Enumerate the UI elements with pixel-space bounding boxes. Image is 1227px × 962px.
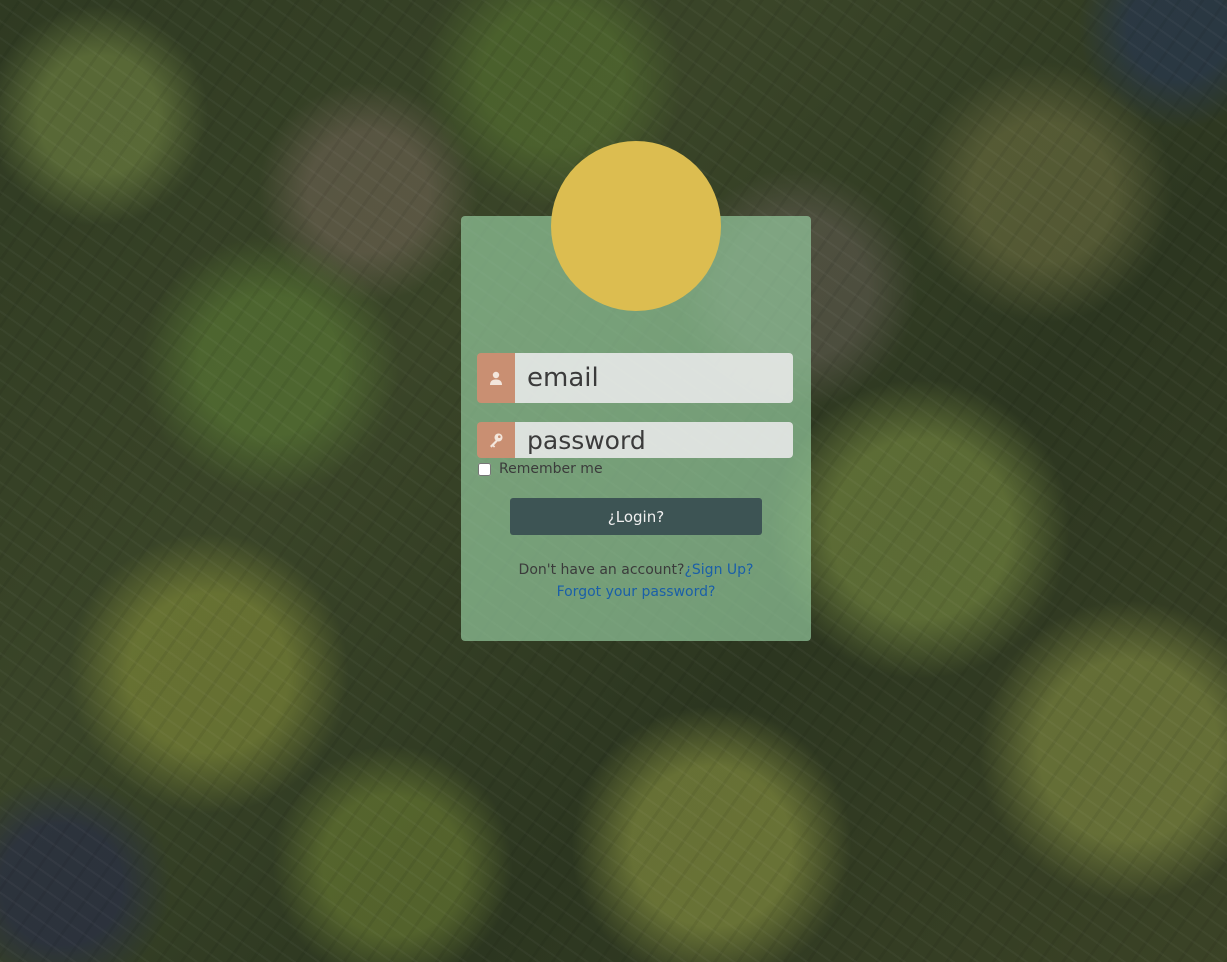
no-account-text: Don't have an account?: [518, 562, 685, 578]
user-icon: [477, 353, 515, 403]
remember-me-label: Remember me: [499, 461, 603, 477]
signup-prompt: Don't have an account?¿Sign Up?: [461, 562, 811, 578]
password-input[interactable]: [515, 422, 793, 458]
remember-me-checkbox[interactable]: [478, 462, 491, 476]
login-button[interactable]: ¿Login?: [510, 498, 762, 535]
forgot-password-link[interactable]: Forgot your password?: [557, 584, 716, 600]
remember-me: Remember me: [478, 461, 603, 477]
email-field-group: [477, 353, 793, 403]
password-field-group: [477, 422, 793, 458]
key-icon: [477, 422, 515, 458]
forgot-password-row: Forgot your password?: [461, 584, 811, 600]
signup-link[interactable]: ¿Sign Up?: [684, 562, 753, 578]
login-page: Remember me ¿Login? Don't have an accoun…: [0, 0, 1227, 962]
avatar: [551, 141, 721, 311]
email-input[interactable]: [515, 353, 793, 403]
